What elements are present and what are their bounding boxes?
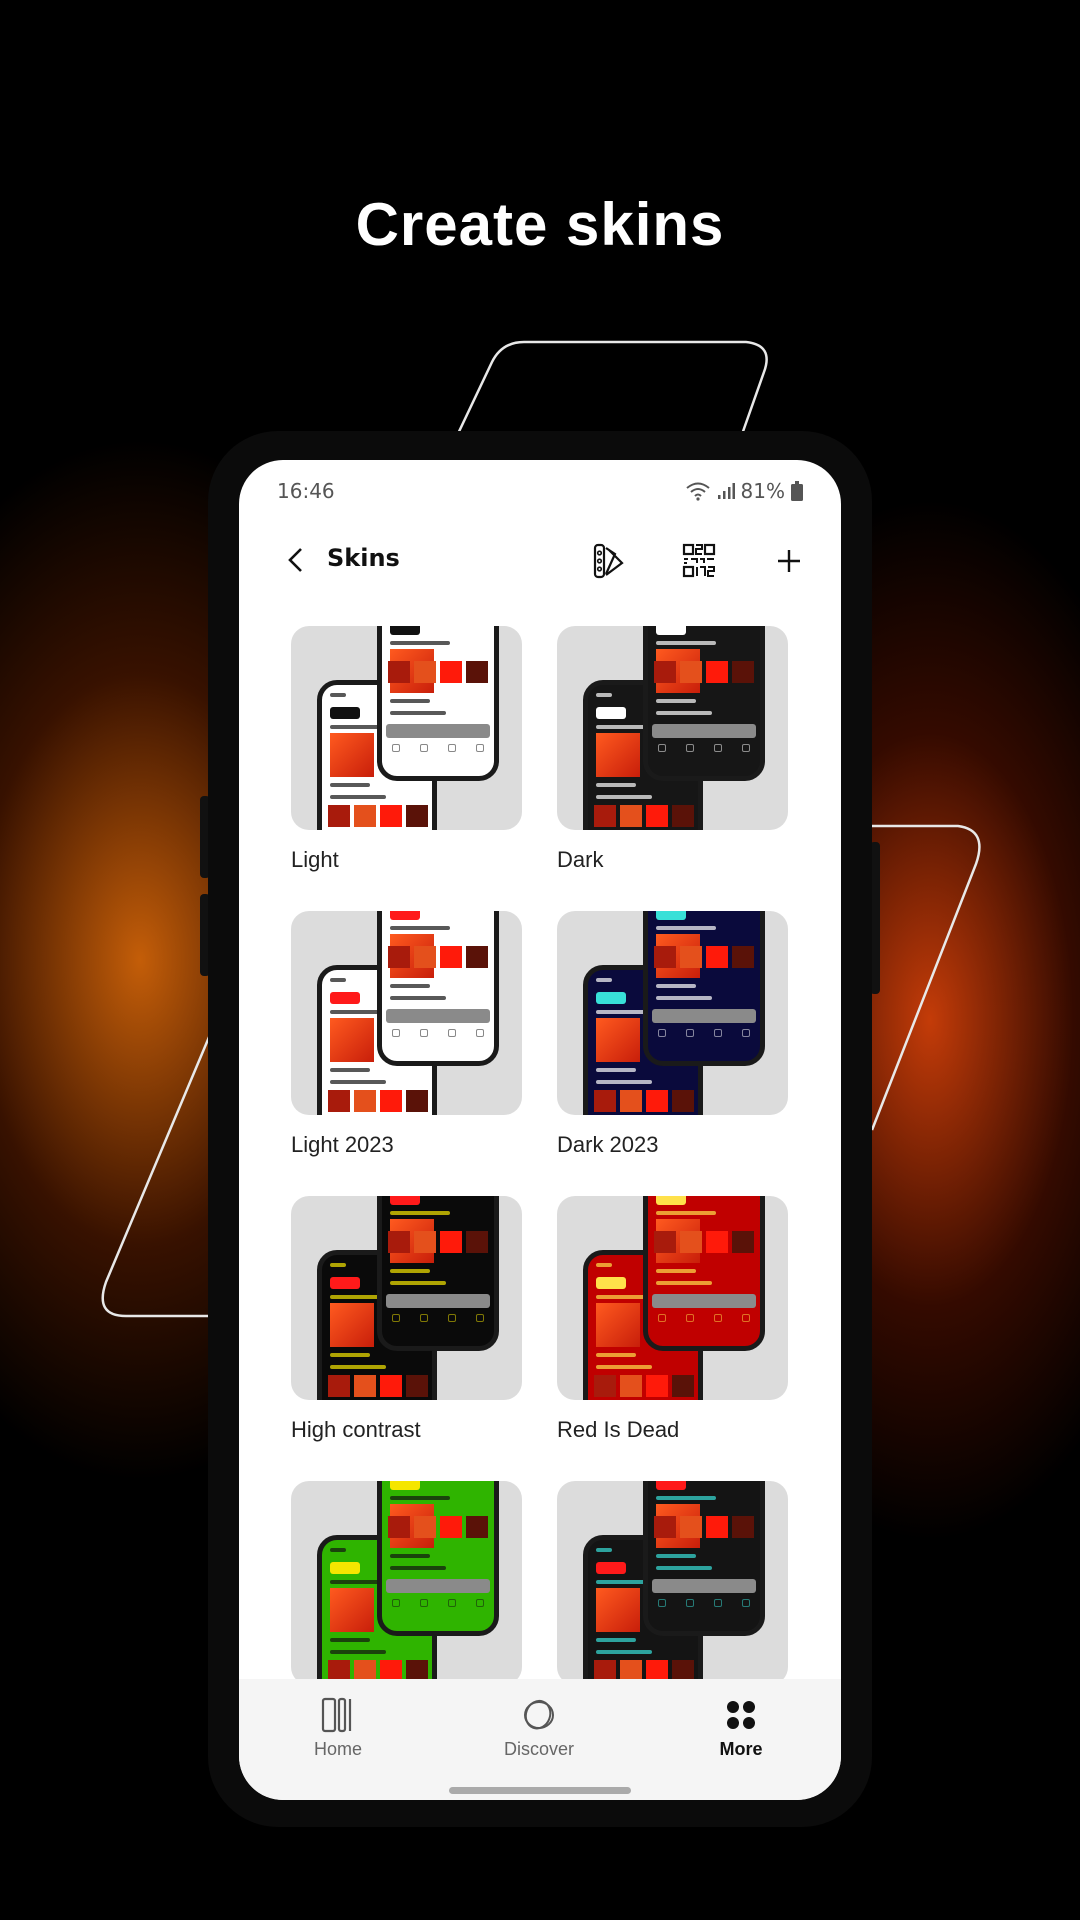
qr-code-icon[interactable] xyxy=(680,542,718,580)
back-icon[interactable] xyxy=(279,542,315,578)
home-columns-icon xyxy=(321,1697,352,1733)
status-bar: 16:46 81% xyxy=(277,470,803,512)
skin-preview[interactable] xyxy=(291,1481,522,1685)
battery-icon xyxy=(791,481,803,501)
skin-preview[interactable] xyxy=(557,1481,788,1685)
status-time: 16:46 xyxy=(277,479,335,503)
skins-grid: Light Dark Light 2023 Dark 2023 High contras… xyxy=(239,460,788,1766)
phone-frame: 16:46 81% Skins Light Dark Light 2023 Dark … xyxy=(208,431,872,1827)
top-app-bar: Skins xyxy=(239,536,841,584)
skin-preview[interactable] xyxy=(291,911,522,1115)
gesture-home-bar[interactable] xyxy=(449,1787,631,1794)
skin-preview[interactable] xyxy=(557,911,788,1115)
headline: Create skins xyxy=(355,191,725,258)
skin-tile[interactable]: High contrast xyxy=(291,1196,522,1481)
skin-name: Red Is Dead xyxy=(557,1417,680,1442)
mockup-phone xyxy=(643,1481,765,1636)
skin-name: Dark xyxy=(557,847,604,872)
signal-icon xyxy=(717,483,735,499)
mockup-phone xyxy=(377,626,499,781)
mockup-phone xyxy=(377,1196,499,1351)
palette-swatch-icon[interactable] xyxy=(589,542,627,580)
nav-more[interactable]: More xyxy=(681,1697,801,1760)
skin-preview[interactable] xyxy=(557,1196,788,1400)
nav-discover[interactable]: Discover xyxy=(479,1697,599,1760)
skin-tile[interactable]: Light xyxy=(291,626,522,911)
nav-home-label: Home xyxy=(313,1739,362,1759)
skin-preview[interactable] xyxy=(291,1196,522,1400)
page-title: Skins xyxy=(327,544,400,572)
grid-dots-icon xyxy=(727,1701,755,1729)
app-screen: 16:46 81% Skins Light Dark Light 2023 Dark … xyxy=(239,460,841,1800)
discover-rings-icon xyxy=(524,1699,554,1730)
skin-name: High contrast xyxy=(291,1417,421,1442)
skin-tile[interactable]: Dark xyxy=(557,626,788,911)
mockup-phone xyxy=(377,1481,499,1636)
wifi-icon xyxy=(685,482,710,501)
nav-discover-label: Discover xyxy=(503,1739,574,1759)
skin-preview[interactable] xyxy=(291,626,522,830)
mockup-phone xyxy=(643,911,765,1066)
mockup-phone xyxy=(643,1196,765,1351)
skin-tile[interactable]: Red Is Dead xyxy=(557,1196,788,1481)
nav-more-label: More xyxy=(719,1739,763,1759)
skin-tile[interactable]: Dark 2023 xyxy=(557,911,788,1196)
skin-preview[interactable] xyxy=(557,626,788,830)
mockup-phone xyxy=(377,911,499,1066)
mockup-phone xyxy=(643,626,765,781)
battery-percent: 81% xyxy=(740,479,785,503)
skin-name: Light xyxy=(291,847,339,872)
skin-name: Light 2023 xyxy=(291,1132,394,1157)
plus-icon[interactable] xyxy=(770,542,808,580)
skin-name: Dark 2023 xyxy=(557,1132,659,1157)
bottom-navigation: Home Discover More xyxy=(239,1679,841,1800)
nav-home[interactable]: Home xyxy=(278,1697,398,1760)
skin-tile[interactable]: Light 2023 xyxy=(291,911,522,1196)
